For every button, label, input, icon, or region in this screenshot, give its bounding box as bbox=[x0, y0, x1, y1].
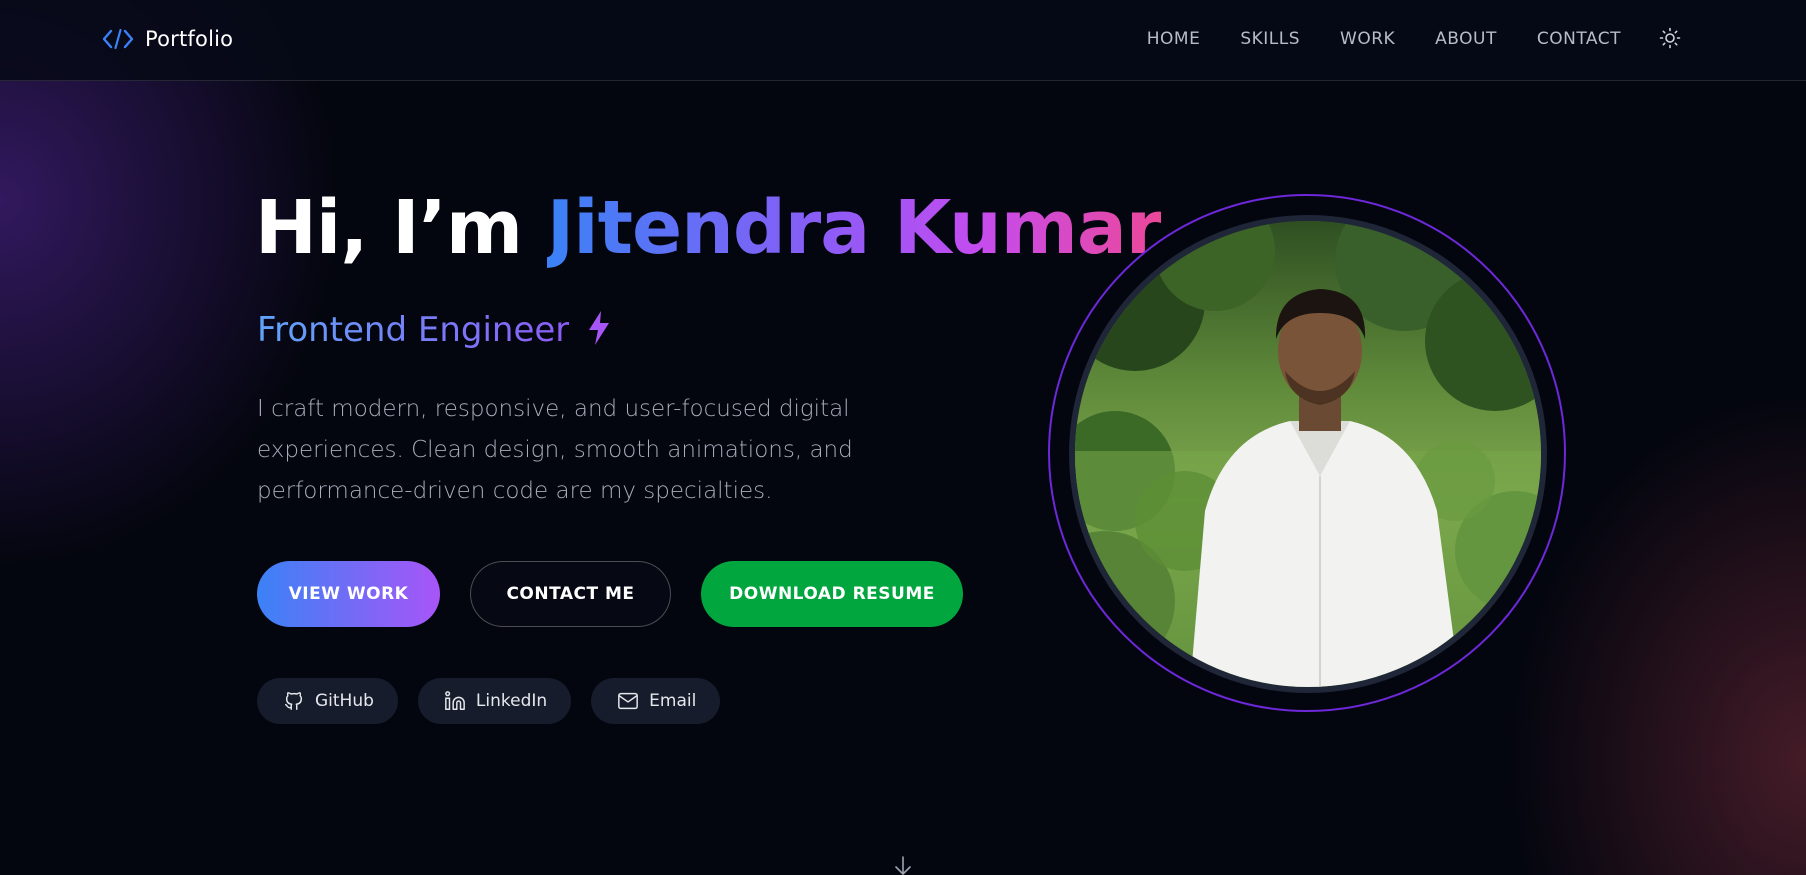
brand-logo[interactable]: Portfolio bbox=[103, 24, 233, 54]
portfolio-page: Portfolio HOME SKILLS WORK ABOUT CONTACT bbox=[0, 0, 1806, 875]
hero-heading: Hi, I’m Jitendra Kumar bbox=[255, 185, 1163, 271]
role-title: Frontend Engineer bbox=[257, 310, 570, 350]
navbar: Portfolio HOME SKILLS WORK ABOUT CONTACT bbox=[0, 0, 1806, 81]
arrow-down-icon bbox=[892, 856, 914, 875]
nav-link-work[interactable]: WORK bbox=[1340, 29, 1395, 49]
linkedin-label: LinkedIn bbox=[475, 691, 548, 711]
nav-menu: HOME SKILLS WORK ABOUT CONTACT bbox=[1147, 29, 1621, 49]
nav-link-about[interactable]: ABOUT bbox=[1435, 29, 1497, 49]
sun-icon bbox=[1659, 27, 1681, 53]
email-label: Email bbox=[649, 691, 697, 711]
lightning-bolt-icon bbox=[587, 310, 611, 350]
profile-photo bbox=[1069, 215, 1547, 693]
nav-link-contact[interactable]: CONTACT bbox=[1537, 29, 1621, 49]
hero-description: I craft modern, responsive, and user-foc… bbox=[257, 396, 853, 504]
view-work-button[interactable]: VIEW WORK bbox=[257, 561, 440, 627]
mail-icon bbox=[617, 690, 639, 712]
linkedin-icon bbox=[444, 690, 466, 712]
theme-toggle-button[interactable] bbox=[1657, 27, 1683, 53]
download-resume-button[interactable]: DOWNLOAD RESUME bbox=[701, 561, 963, 627]
nav-link-skills[interactable]: SKILLS bbox=[1240, 29, 1300, 49]
social-links: GitHub LinkedIn Email bbox=[257, 678, 721, 724]
nav-link-home[interactable]: HOME bbox=[1147, 29, 1201, 49]
email-link[interactable]: Email bbox=[591, 678, 721, 724]
github-icon bbox=[283, 690, 305, 712]
hero-role: Frontend Engineer bbox=[257, 310, 611, 350]
github-link[interactable]: GitHub bbox=[257, 678, 398, 724]
contact-me-button[interactable]: CONTACT ME bbox=[470, 561, 671, 627]
code-brackets-icon bbox=[103, 24, 133, 54]
linkedin-link[interactable]: LinkedIn bbox=[417, 678, 572, 724]
hero-name: Jitendra Kumar bbox=[546, 185, 1163, 271]
hero-greeting: Hi, I’m bbox=[255, 185, 547, 271]
scroll-down-button[interactable] bbox=[892, 855, 914, 875]
github-label: GitHub bbox=[315, 691, 374, 711]
brand-name: Portfolio bbox=[145, 27, 234, 51]
